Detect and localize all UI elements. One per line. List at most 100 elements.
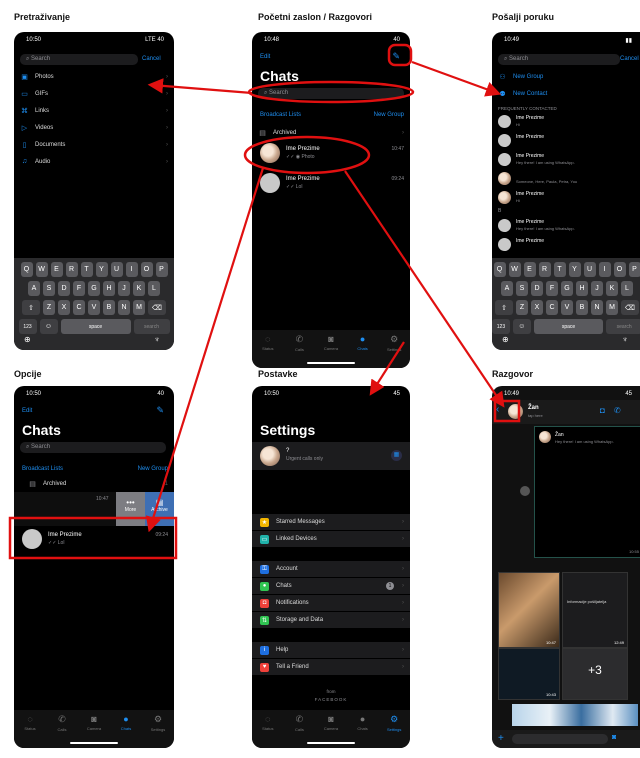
key[interactable]: D <box>58 281 70 296</box>
key[interactable]: Y <box>568 262 581 277</box>
key-numbers[interactable]: 123 <box>492 319 510 334</box>
cancel-button[interactable]: Cancel <box>620 56 639 62</box>
key[interactable]: U <box>110 262 123 277</box>
compose-icon[interactable]: ✎ <box>392 51 400 62</box>
tab-calls[interactable]: ✆ Calls <box>289 334 309 352</box>
key[interactable]: L <box>148 281 160 296</box>
settings-linked-devices[interactable]: ▭ Linked Devices › <box>252 531 410 547</box>
compose-icon[interactable]: ✎ <box>156 405 164 416</box>
key[interactable]: M <box>133 300 145 315</box>
key[interactable]: N <box>118 300 130 315</box>
plus-icon[interactable]: + <box>498 733 504 744</box>
settings-chats[interactable]: ● Chats 1 › <box>252 578 410 594</box>
key[interactable]: S <box>43 281 55 296</box>
key[interactable]: K <box>606 281 618 296</box>
key-numbers[interactable]: 123 <box>18 319 37 334</box>
contact-row[interactable]: Ime Prezime <box>492 235 640 254</box>
key[interactable]: B <box>576 300 588 315</box>
search-input[interactable]: ⌕ Search <box>258 88 404 99</box>
qr-code-icon[interactable]: ▦ <box>391 450 402 461</box>
key[interactable]: G <box>88 281 100 296</box>
search-item-links[interactable]: ⌘ Links › <box>14 102 174 119</box>
swiped-chat-row[interactable]: 10:47 ••• More ▤ Archive <box>14 492 174 526</box>
broadcast-lists-link[interactable]: Broadcast Lists <box>260 112 301 118</box>
search-item-gifs[interactable]: ▭ GIFs › <box>14 85 174 102</box>
key-return[interactable]: search <box>606 319 640 334</box>
key[interactable]: G <box>561 281 573 296</box>
phone-icon[interactable]: ✆ <box>614 406 621 415</box>
key[interactable]: H <box>576 281 588 296</box>
contact-row[interactable]: Ime Prezime Hi <box>492 188 640 207</box>
microphone-icon[interactable]: ♆ <box>154 335 160 344</box>
key[interactable]: O <box>613 262 626 277</box>
search-item-audio[interactable]: ♫ Audio › <box>14 153 174 170</box>
key[interactable]: T <box>80 262 93 277</box>
tab-settings[interactable]: ⚙ Settings <box>384 334 404 352</box>
search-input[interactable]: ⌕ Search <box>20 54 138 65</box>
back-chevron-icon[interactable]: ‹ <box>496 404 499 415</box>
contact-name[interactable]: Žan <box>528 405 539 411</box>
shift-key[interactable]: ⇧ <box>22 300 40 315</box>
tab-camera[interactable]: ◙ Camera <box>321 714 341 731</box>
settings-notifications[interactable]: ◘ Notifications › <box>252 595 410 611</box>
key[interactable]: B <box>103 300 115 315</box>
key[interactable]: C <box>546 300 558 315</box>
settings-account[interactable]: ⚿ Account › <box>252 561 410 577</box>
key-space[interactable]: space <box>60 319 131 334</box>
key[interactable]: Z <box>43 300 55 315</box>
key[interactable]: H <box>103 281 115 296</box>
archived-row[interactable]: ▤ Archived › <box>252 124 410 141</box>
key[interactable]: W <box>35 262 48 277</box>
microphone-icon[interactable]: ♆ <box>622 335 628 344</box>
key[interactable]: Z <box>516 300 528 315</box>
tab-calls[interactable]: ✆ Calls <box>289 714 309 732</box>
key[interactable]: O <box>140 262 153 277</box>
new-contact-row[interactable]: ⚉ New Contact <box>492 87 640 101</box>
key[interactable]: E <box>50 262 63 277</box>
key[interactable]: V <box>561 300 573 315</box>
shared-screenshot-small[interactable]: Informacije pošiljatelja 12:49 <box>562 572 628 648</box>
backspace-key[interactable]: ⌫ <box>148 300 166 315</box>
key[interactable]: D <box>531 281 543 296</box>
shared-screenshot[interactable]: Žan Hey there! I am using WhatsApp. 10:5… <box>534 426 640 558</box>
key[interactable]: T <box>553 262 566 277</box>
cancel-button[interactable]: Cancel <box>142 56 161 62</box>
broadcast-lists-link[interactable]: Broadcast Lists <box>22 466 63 472</box>
search-item-documents[interactable]: ▯ Documents › <box>14 136 174 153</box>
key[interactable]: F <box>73 281 85 296</box>
contact-row[interactable]: Ime Prezime <box>492 131 640 150</box>
tab-settings[interactable]: ⚙ Settings <box>384 714 404 732</box>
key[interactable]: E <box>523 262 536 277</box>
key[interactable]: J <box>591 281 603 296</box>
tab-status[interactable]: ◌ Status <box>20 714 40 731</box>
key[interactable]: S <box>516 281 528 296</box>
settings-help[interactable]: i Help › <box>252 642 410 658</box>
key[interactable]: I <box>598 262 611 277</box>
archive-button[interactable]: ▤ Archive <box>145 492 174 526</box>
key-emoji[interactable]: ☺ <box>512 319 531 334</box>
key[interactable]: K <box>133 281 145 296</box>
tab-status[interactable]: ◌ Status <box>258 334 278 351</box>
globe-icon[interactable]: ⊕ <box>502 335 509 344</box>
tab-chats[interactable]: ● Chats <box>353 714 373 731</box>
new-group-link[interactable]: New Group <box>138 466 168 472</box>
key[interactable]: P <box>155 262 168 277</box>
key[interactable]: U <box>583 262 596 277</box>
key[interactable]: C <box>73 300 85 315</box>
tab-chats[interactable]: ● Chats <box>116 714 136 731</box>
edit-button[interactable]: Edit <box>260 54 270 60</box>
more-button[interactable]: ••• More <box>116 492 145 526</box>
tab-calls[interactable]: ✆ Calls <box>52 714 72 732</box>
camera-icon[interactable]: ◙ <box>612 734 616 741</box>
archived-row[interactable]: ▤ Archived 1 <box>14 477 174 491</box>
image-thumbnail[interactable]: 10:43 <box>498 648 560 700</box>
more-images-tile[interactable]: +3 <box>562 648 628 700</box>
key[interactable]: R <box>65 262 78 277</box>
contact-row[interactable]: Ime Prezime Hi <box>492 112 640 131</box>
forward-icon[interactable] <box>520 486 530 496</box>
search-input[interactable]: ⌕ Search <box>20 442 166 453</box>
key[interactable]: I <box>125 262 138 277</box>
shift-key[interactable]: ⇧ <box>495 300 513 315</box>
profile-row[interactable]: ? Urgent calls only ▦ <box>252 442 410 470</box>
key[interactable]: W <box>508 262 521 277</box>
